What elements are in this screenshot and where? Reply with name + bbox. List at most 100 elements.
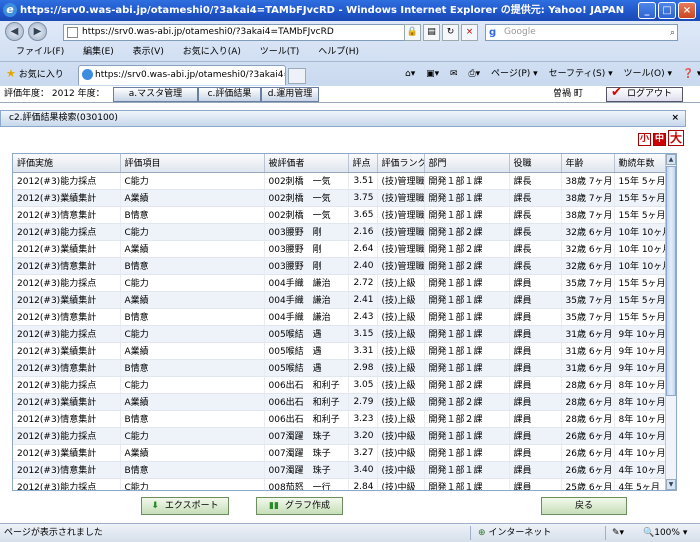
- table-cell: (技)中級: [377, 478, 425, 490]
- table-cell: 課員: [509, 359, 562, 377]
- new-tab-button[interactable]: [288, 68, 306, 84]
- table-row[interactable]: 2012(#3)業績集計 A業績 005喉結 遇 3.31 (技)上級 開発１部１課 課員 3…: [13, 342, 667, 360]
- table-cell: 26歳 6ヶ月: [561, 461, 615, 479]
- table-cell: 2.43: [348, 308, 378, 326]
- forward-arrow-icon[interactable]: ▶: [28, 22, 47, 41]
- table-cell: 2012(#3)能力採点: [13, 274, 121, 292]
- table-row[interactable]: 2012(#3)業績集計 A業績 006出石 和利子 2.79 (技)上級 開発１部２課課…: [13, 393, 667, 411]
- feeds-icon[interactable]: ▣▾: [426, 69, 439, 79]
- table-cell: 開発１部１課: [424, 359, 510, 377]
- minimize-button[interactable]: _: [638, 2, 656, 19]
- table-cell: 003腰野 剛: [264, 257, 349, 275]
- table-cell: (技)上級: [377, 274, 425, 292]
- table-row[interactable]: 2012(#3)情意集計 B情意 005喉結 遇 2.98 (技)上級 開発１部１課 課員 3…: [13, 359, 667, 377]
- table-row[interactable]: 2012(#3)能力採点 C能力 007濁躍 珠子 3.20 (技)中級 開発１部１課 課員…: [13, 427, 667, 445]
- scroll-down-icon[interactable]: ▼: [666, 479, 676, 490]
- cmd-safety[interactable]: セーフティ(S) ▾: [549, 69, 613, 79]
- table-cell: (技)上級: [377, 359, 425, 377]
- back-button[interactable]: 戻る: [541, 497, 627, 515]
- table-row[interactable]: 2012(#3)情意集計 B情意 006出石 和利子 3.23 (技)上級 開発１部２課課…: [13, 410, 667, 428]
- browser-tab[interactable]: https://srv0.was-abi.jp/otameshi0/?3akai…: [78, 65, 286, 85]
- table-row[interactable]: 2012(#3)能力採点 C能力 002刺橋 一気 3.51 (技)管理職 開発１部１課課…: [13, 172, 667, 190]
- font-medium-button[interactable]: 中: [653, 133, 666, 146]
- table-cell: (技)中級: [377, 461, 425, 479]
- address-bar[interactable]: https://srv0.was-abi.jp/otameshi0/?3akai…: [63, 24, 407, 41]
- menu-edit[interactable]: 編集(E): [83, 47, 114, 57]
- create-graph-button[interactable]: ▮▮ グラフ作成: [256, 497, 343, 515]
- compat-view-icon[interactable]: ▤: [423, 24, 440, 41]
- column-header[interactable]: 部門: [424, 154, 510, 173]
- table-row[interactable]: 2012(#3)能力採点 C能力 003腰野 剛 2.16 (技)管理職 開発１部２課 課長…: [13, 223, 667, 241]
- operations-button[interactable]: d.運用管理: [261, 87, 319, 102]
- table-row[interactable]: 2012(#3)能力採点 C能力 004手織 謙治 2.72 (技)上級 開発１部１課 課員…: [13, 274, 667, 292]
- menu-file[interactable]: ファイル(F): [16, 47, 64, 57]
- cmd-tools[interactable]: ツール(O) ▾: [623, 69, 672, 79]
- table-cell: 2012(#3)情意集計: [13, 410, 121, 428]
- scroll-thumb[interactable]: [666, 166, 676, 396]
- menu-view[interactable]: 表示(V): [133, 47, 164, 57]
- column-header[interactable]: 評価項目: [120, 154, 265, 173]
- table-row[interactable]: 2012(#3)情意集計 B情意 004手織 謙治 2.43 (技)上級 開発１部１課 課員…: [13, 308, 667, 326]
- table-row[interactable]: 2012(#3)業績集計 A業績 004手織 謙治 2.41 (技)上級 開発１部１課 課員…: [13, 291, 667, 309]
- menu-tools[interactable]: ツール(T): [260, 47, 300, 57]
- column-header[interactable]: 評価ランク: [377, 154, 425, 173]
- favorites-button[interactable]: ★ お気に入り: [6, 66, 64, 83]
- table-cell: (技)上級: [377, 410, 425, 428]
- column-header[interactable]: 評点: [348, 154, 378, 173]
- maximize-button[interactable]: □: [658, 2, 676, 19]
- print-icon[interactable]: ⎙▾: [468, 69, 480, 79]
- column-header[interactable]: 評価実施: [13, 154, 121, 173]
- table-row[interactable]: 2012(#3)能力採点 C能力 006出石 和利子 3.05 (技)上級 開発１部２課課…: [13, 376, 667, 394]
- protected-mode-icon[interactable]: ✎▾: [612, 524, 624, 542]
- cmd-help[interactable]: ❓ ▾: [683, 69, 700, 79]
- table-cell: 2012(#3)業績集計: [13, 393, 121, 411]
- table-cell: 002刺橋 一気: [264, 189, 349, 207]
- results-button[interactable]: c.評価結果: [198, 87, 261, 102]
- table-cell: 開発１部２課: [424, 223, 510, 241]
- column-header[interactable]: 勤続年数: [614, 154, 667, 173]
- refresh-icon[interactable]: ↻: [442, 24, 459, 41]
- master-button[interactable]: a.マスタ管理: [113, 87, 198, 102]
- search-input[interactable]: g Google ⌕: [485, 24, 678, 41]
- font-small-button[interactable]: 小: [638, 133, 651, 146]
- zoom-control[interactable]: 🔍100% ▾: [643, 524, 687, 542]
- table-cell: 004手織 謙治: [264, 308, 349, 326]
- scroll-up-icon[interactable]: ▲: [666, 154, 676, 165]
- home-icon[interactable]: ⌂▾: [405, 69, 415, 79]
- export-button[interactable]: ⬇ エクスポート: [141, 497, 229, 515]
- table-cell: 32歳 6ヶ月: [561, 223, 615, 241]
- stop-icon[interactable]: ×: [461, 24, 478, 41]
- panel-close-icon[interactable]: ×: [671, 111, 679, 126]
- grid-scrollbar[interactable]: ▲ ▼: [665, 154, 676, 490]
- table-cell: 31歳 6ヶ月: [561, 359, 615, 377]
- table-row[interactable]: 2012(#3)業績集計 A業績 003腰野 剛 2.64 (技)管理職 開発１部２課 課長…: [13, 240, 667, 258]
- search-icon[interactable]: ⌕: [670, 26, 675, 41]
- table-row[interactable]: 2012(#3)業績集計 A業績 007濁躍 珠子 3.27 (技)中級 開発１部１課 課員…: [13, 444, 667, 462]
- table-row[interactable]: 2012(#3)業績集計 A業績 002刺橋 一気 3.75 (技)管理職 開発１部１課課…: [13, 189, 667, 207]
- table-cell: 開発１部２課: [424, 257, 510, 275]
- cmd-page[interactable]: ページ(P) ▾: [491, 69, 538, 79]
- table-row[interactable]: 2012(#3)情意集計 B情意 003腰野 剛 2.40 (技)管理職 開発１部２課 課長…: [13, 257, 667, 275]
- column-header[interactable]: 被評価者: [264, 154, 349, 173]
- menu-favorites[interactable]: お気に入り(A): [183, 47, 241, 57]
- column-header[interactable]: 年齢: [561, 154, 615, 173]
- logout-button[interactable]: ✔ ログアウト: [606, 86, 683, 102]
- table-cell: 26歳 6ヶ月: [561, 444, 615, 462]
- column-header[interactable]: 役職: [509, 154, 562, 173]
- table-cell: 3.23: [348, 410, 378, 428]
- table-row[interactable]: 2012(#3)能力採点 C能力 008茄怒 一行 2.84 (技)中級 開発１部１課 課員…: [13, 478, 667, 490]
- lock-icon[interactable]: 🔒: [404, 24, 421, 41]
- table-cell: 2.16: [348, 223, 378, 241]
- menu-help[interactable]: ヘルプ(H): [318, 47, 359, 57]
- table-row[interactable]: 2012(#3)情意集計 B情意 002刺橋 一気 3.65 (技)管理職 開発１部１課課…: [13, 206, 667, 224]
- back-arrow-icon[interactable]: ◀: [5, 22, 24, 41]
- close-window-button[interactable]: ×: [678, 2, 696, 19]
- table-cell: 32歳 6ヶ月: [561, 257, 615, 275]
- font-large-button[interactable]: 大: [668, 130, 684, 146]
- table-cell: 課員: [509, 410, 562, 428]
- table-cell: 3.20: [348, 427, 378, 445]
- table-row[interactable]: 2012(#3)情意集計 B情意 007濁躍 珠子 3.40 (技)中級 開発１部１課 課員…: [13, 461, 667, 479]
- table-cell: (技)上級: [377, 342, 425, 360]
- table-row[interactable]: 2012(#3)能力採点 C能力 005喉結 遇 3.15 (技)上級 開発１部１課 課員 3…: [13, 325, 667, 343]
- mail-icon[interactable]: ✉: [450, 69, 458, 79]
